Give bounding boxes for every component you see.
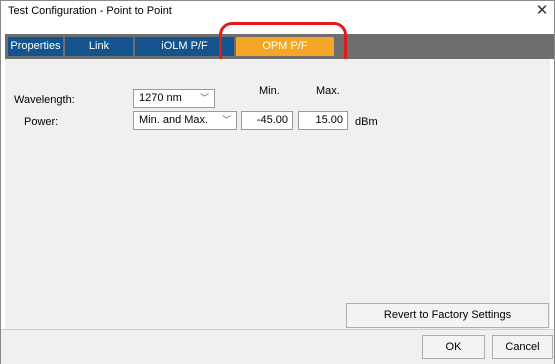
power-min-input[interactable]: -45.00: [241, 111, 293, 130]
cancel-button[interactable]: Cancel: [492, 335, 553, 359]
wavelength-value: 1270 nm: [139, 92, 182, 104]
dialog-footer: OK Cancel: [1, 329, 554, 364]
power-mode-select[interactable]: Min. and Max. ﹀: [133, 111, 237, 130]
revert-to-factory-settings-button[interactable]: Revert to Factory Settings: [346, 303, 549, 328]
ok-button[interactable]: OK: [422, 335, 485, 359]
power-unit: dBm: [355, 116, 378, 128]
power-mode-value: Min. and Max.: [139, 114, 209, 126]
dialog-window: Test Configuration - Point to Point ✕ Pr…: [0, 0, 555, 364]
chevron-down-icon: ﹀: [221, 115, 231, 125]
power-label: Power:: [24, 116, 59, 128]
chevron-down-icon: ﹀: [199, 93, 209, 103]
close-icon[interactable]: ✕: [534, 2, 550, 20]
max-column-header: Max.: [316, 85, 340, 97]
power-max-input[interactable]: 15.00: [298, 111, 348, 130]
tab-link-definition[interactable]: Link Definition: [65, 37, 133, 71]
window-title: Test Configuration - Point to Point: [8, 5, 172, 17]
min-column-header: Min.: [259, 85, 280, 97]
tab-properties[interactable]: Properties: [8, 37, 63, 56]
title-bar: Test Configuration - Point to Point ✕: [1, 1, 554, 23]
wavelength-label: Wavelength:: [14, 94, 75, 106]
opm-thresholds-panel: Min. Max. Wavelength: 1270 nm ﹀ Power: M…: [5, 59, 550, 329]
wavelength-select[interactable]: 1270 nm ﹀: [133, 89, 215, 108]
